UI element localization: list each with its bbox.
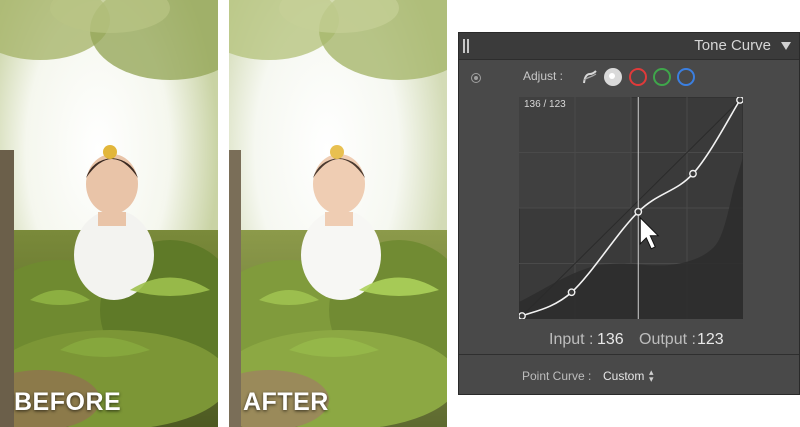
- red-channel-button[interactable]: [629, 68, 647, 86]
- input-label: Input :: [549, 331, 594, 348]
- point-curve-updown-icon[interactable]: ▴ ▾: [649, 368, 654, 384]
- curve-control-point: [736, 97, 743, 104]
- panel-title: Tone Curve: [694, 37, 771, 54]
- collapse-triangle-icon[interactable]: [781, 42, 791, 50]
- point-curve-label: Point Curve :: [522, 369, 592, 383]
- output-label: Output :: [639, 331, 696, 348]
- point-curve-select[interactable]: Custom: [603, 369, 644, 383]
- curve-control-point: [567, 288, 576, 297]
- input-value[interactable]: 136: [597, 331, 624, 349]
- curve-control-point: [689, 169, 697, 178]
- parametric-curve-icon[interactable]: [581, 68, 599, 86]
- before-photo: BEFORE: [0, 0, 218, 427]
- tone-curve-panel: Tone Curve Adjust : 136 / 123 Input : 13…: [458, 32, 800, 395]
- panel-divider: [459, 354, 799, 355]
- rgb-channel-button[interactable]: [604, 68, 622, 86]
- curve-control-point: [519, 312, 526, 319]
- before-label: BEFORE: [14, 388, 122, 416]
- green-channel-button[interactable]: [653, 68, 671, 86]
- panel-header[interactable]: Tone Curve: [459, 33, 799, 60]
- curve-readout: 136 / 123: [524, 99, 566, 110]
- panel-grip-icon[interactable]: [463, 39, 469, 53]
- tone-curve-graph[interactable]: 136 / 123: [519, 97, 743, 319]
- output-value[interactable]: 123: [697, 331, 724, 349]
- after-label: AFTER: [243, 388, 329, 416]
- after-photo: AFTER: [229, 0, 447, 427]
- adjust-label: Adjust :: [523, 69, 564, 83]
- blue-channel-button[interactable]: [677, 68, 695, 86]
- curve-control-point: [634, 207, 643, 216]
- targeted-adjustment-icon[interactable]: [471, 73, 481, 83]
